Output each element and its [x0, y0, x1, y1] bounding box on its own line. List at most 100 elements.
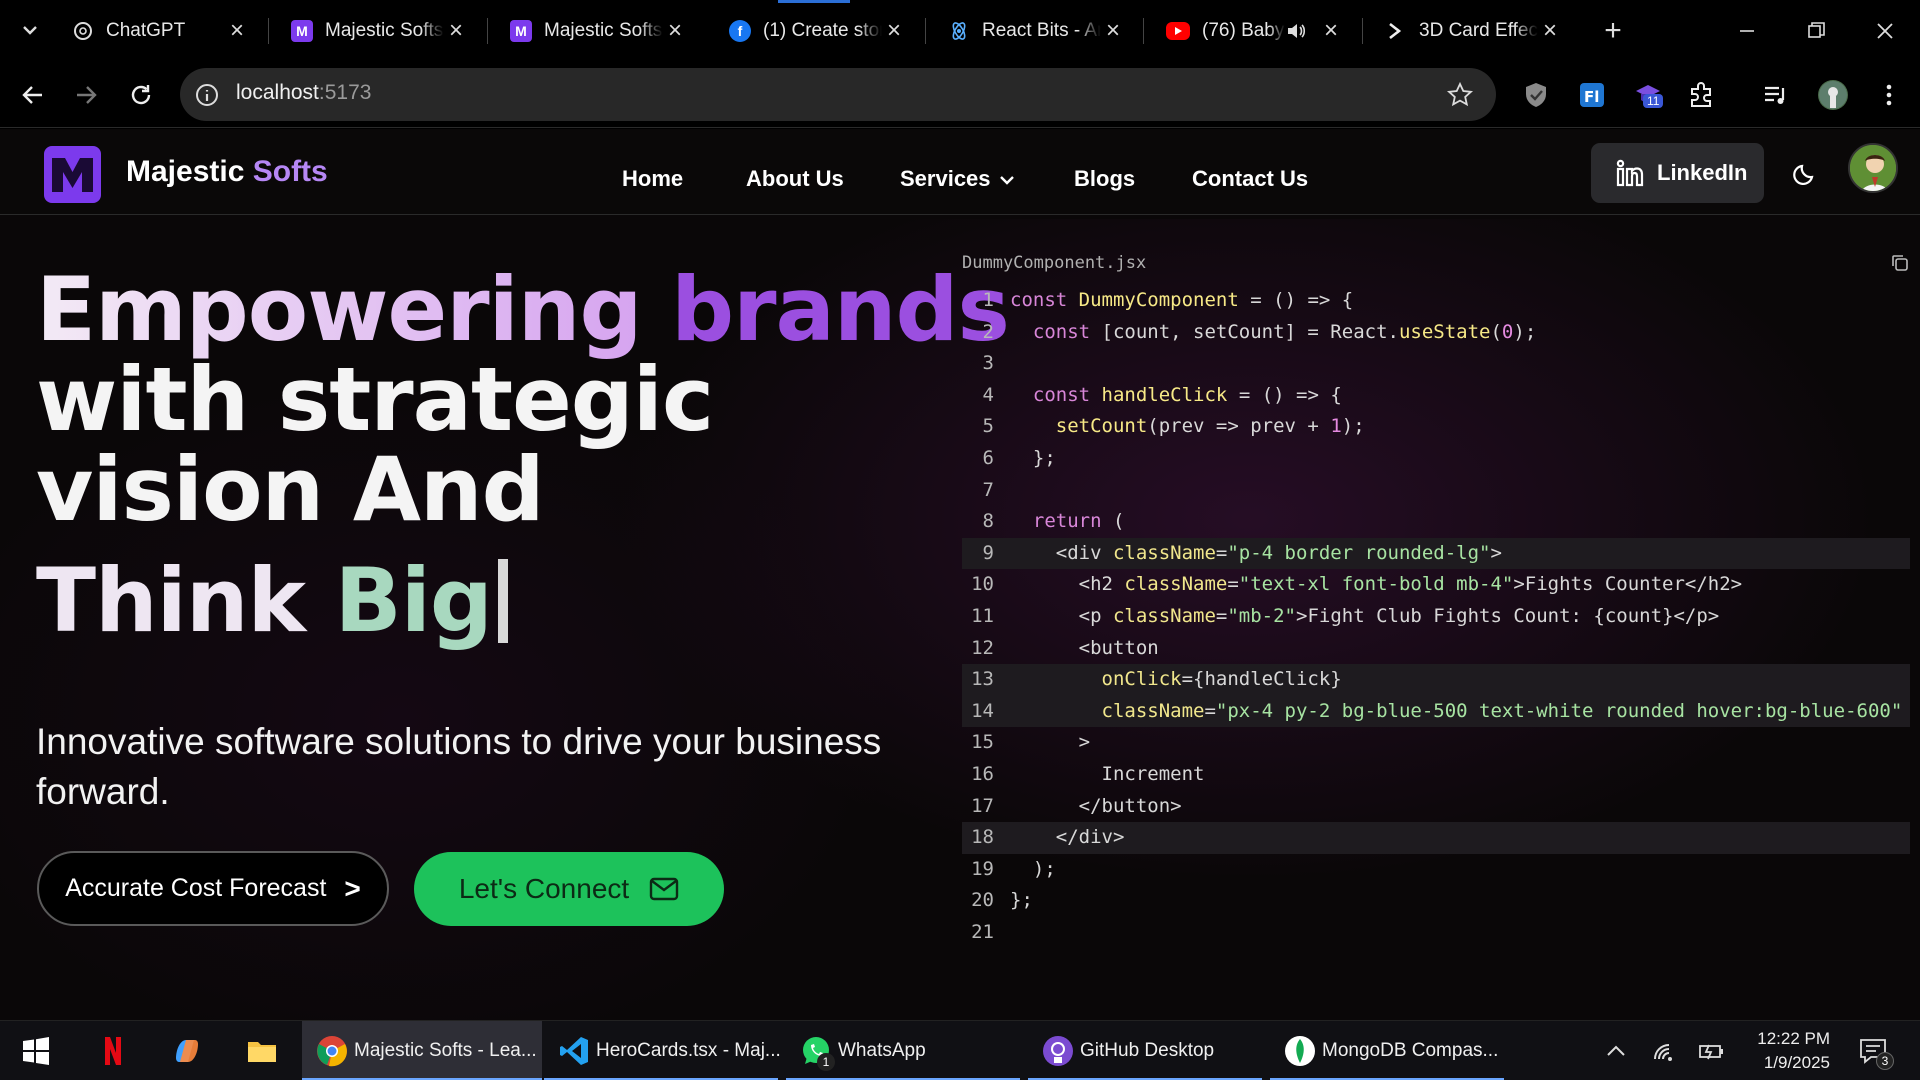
taskbar-app-vscode[interactable]: HeroCards.tsx - Maj... [544, 1021, 781, 1080]
close-icon[interactable]: × [1101, 17, 1125, 44]
media-queue-icon[interactable] [1761, 80, 1791, 110]
code-filename: DummyComponent.jsx [962, 253, 1147, 273]
taskbar-app-label: Majestic Softs - Lea... [354, 1040, 537, 1061]
back-icon[interactable] [19, 81, 47, 109]
nav-about-us[interactable]: About Us [746, 166, 844, 192]
code-line: 7 [982, 478, 994, 501]
bookmark-star-icon[interactable] [1446, 81, 1474, 109]
linkedin-icon [1616, 159, 1644, 187]
linkedin-button[interactable]: LinkedIn [1591, 143, 1764, 203]
majestic-icon: M [510, 20, 532, 42]
code-block[interactable]: 1 const DummyComponent = () => { 2 const … [962, 285, 1910, 948]
close-icon[interactable]: × [1319, 17, 1343, 44]
chevron-up-icon[interactable] [1602, 1037, 1630, 1065]
nav-services[interactable]: Services [900, 166, 1015, 192]
speaker-icon[interactable] [1285, 20, 1307, 42]
shield-extension-icon[interactable] [1521, 80, 1551, 110]
tab-youtube[interactable]: (76) Baby × [1152, 0, 1357, 62]
close-icon[interactable]: × [882, 17, 906, 44]
browser-menu-icon[interactable] [1874, 80, 1904, 110]
react-bits-icon [948, 20, 970, 42]
close-icon[interactable]: × [663, 17, 687, 44]
code-line: 16 Increment [971, 762, 1205, 785]
user-avatar[interactable] [1848, 143, 1898, 193]
typing-caret [497, 559, 508, 643]
chevron-down-icon [999, 176, 1014, 185]
code-line: 17 </button> [971, 794, 1182, 817]
hero-line-2: with strategic [36, 348, 714, 451]
windows-start-icon[interactable] [19, 1034, 53, 1068]
close-icon[interactable]: × [225, 17, 249, 44]
file-explorer-icon[interactable] [245, 1034, 279, 1068]
tab-majestic-2[interactable]: M Majestic Softs × [496, 0, 701, 62]
tab-title: Majestic Softs [325, 20, 444, 41]
tab-title: Majestic Softs [544, 20, 663, 41]
tab-3d-card[interactable]: 3D Card Effect × [1371, 0, 1576, 62]
moon-icon[interactable] [1791, 160, 1819, 188]
code-line: 12 <button [971, 636, 1159, 659]
windows-taskbar: Majestic Softs - Lea... HeroCards.tsx - … [0, 1020, 1920, 1080]
tab-loading-indicator [778, 0, 850, 3]
tab-title: 3D Card Effect [1419, 20, 1538, 41]
nav-blogs[interactable]: Blogs [1074, 166, 1135, 192]
site-navbar: Majestic Softs Home About Us Services Bl… [0, 129, 1920, 215]
nav-contact-us[interactable]: Contact Us [1192, 166, 1308, 192]
new-tab-button[interactable]: + [1598, 16, 1628, 46]
code-line-highlighted: 13 onClick={handleClick} [962, 664, 1910, 696]
code-line: 6 }; [982, 446, 1056, 469]
tab-majestic-1[interactable]: M Majestic Softs × [277, 0, 482, 62]
tab-search-chevron-icon[interactable] [18, 18, 42, 42]
forward-icon[interactable] [72, 81, 100, 109]
code-line-highlighted: 18 </div> [962, 822, 1910, 854]
hero-word-empowering: Empowering [36, 258, 642, 361]
tab-chatgpt[interactable]: ChatGPT × [58, 0, 263, 62]
taskbar-app-chrome[interactable]: Majestic Softs - Lea... [302, 1021, 542, 1080]
code-line: 11 <p className="mb-2">Fight Club Fights… [971, 604, 1720, 627]
code-line: 19 ); [971, 857, 1056, 880]
code-line: 4 const handleClick = () => { [982, 383, 1342, 406]
battery-icon[interactable] [1697, 1037, 1725, 1065]
tab-title: ChatGPT [106, 20, 186, 41]
majestic-logo-icon[interactable] [44, 146, 101, 203]
restore-icon[interactable] [1799, 14, 1833, 48]
website-viewport: Majestic Softs Home About Us Services Bl… [0, 129, 1920, 1020]
url-text[interactable]: localhost:5173 [236, 81, 371, 105]
extensions-puzzle-icon[interactable] [1686, 80, 1716, 110]
taskbar-app-whatsapp[interactable]: 1 WhatsApp [786, 1021, 1020, 1080]
minimize-icon[interactable] [1730, 14, 1764, 48]
lets-connect-label: Let's Connect [458, 873, 630, 904]
cost-forecast-button[interactable]: Accurate Cost Forecast > [37, 851, 389, 926]
netflix-icon[interactable] [96, 1034, 130, 1068]
code-line: 1 const DummyComponent = () => { [982, 289, 1354, 311]
tab-title: React Bits - An [982, 20, 1101, 41]
fl-extension-icon[interactable]: Fl [1577, 80, 1607, 110]
profile-avatar-icon[interactable] [1818, 80, 1848, 110]
notification-center-icon[interactable]: 3 [1858, 1036, 1894, 1070]
brand-name[interactable]: Majestic Softs [126, 155, 328, 189]
wifi-icon[interactable] [1651, 1037, 1679, 1065]
system-clock[interactable]: 12:22 PM 1/9/2025 [1736, 1027, 1830, 1075]
close-icon[interactable]: × [1538, 17, 1562, 44]
taskbar-app-mongodb[interactable]: MongoDB Compas... [1270, 1021, 1504, 1080]
lets-connect-button[interactable]: Let's Connect [414, 852, 724, 926]
nav-home[interactable]: Home [622, 166, 683, 192]
graduation-extension-icon[interactable]: 11 [1633, 80, 1664, 110]
code-line: 21 [971, 920, 994, 943]
taskbar-app-label: GitHub Desktop [1080, 1040, 1215, 1061]
clock-date: 1/9/2025 [1763, 1053, 1830, 1072]
chrome-icon [317, 1036, 347, 1067]
close-window-icon[interactable] [1868, 14, 1902, 48]
site-info-icon[interactable] [194, 82, 220, 108]
address-bar[interactable]: localhost:5173 [180, 68, 1496, 121]
taskbar-app-github[interactable]: GitHub Desktop [1028, 1021, 1262, 1080]
code-line: 8 return ( [982, 510, 1125, 533]
copy-icon[interactable] [1890, 253, 1910, 273]
close-icon[interactable]: × [444, 17, 468, 44]
tab-facebook[interactable]: f (1) Create stor × [715, 0, 920, 62]
reload-icon[interactable] [127, 81, 155, 109]
copilot-icon[interactable] [170, 1034, 204, 1068]
linkedin-label: LinkedIn [1657, 160, 1748, 185]
code-line: 2 const [count, setCount] = React.useSta… [982, 320, 1537, 343]
majestic-icon: M [291, 20, 313, 42]
tab-react-bits[interactable]: React Bits - An × [934, 0, 1139, 62]
